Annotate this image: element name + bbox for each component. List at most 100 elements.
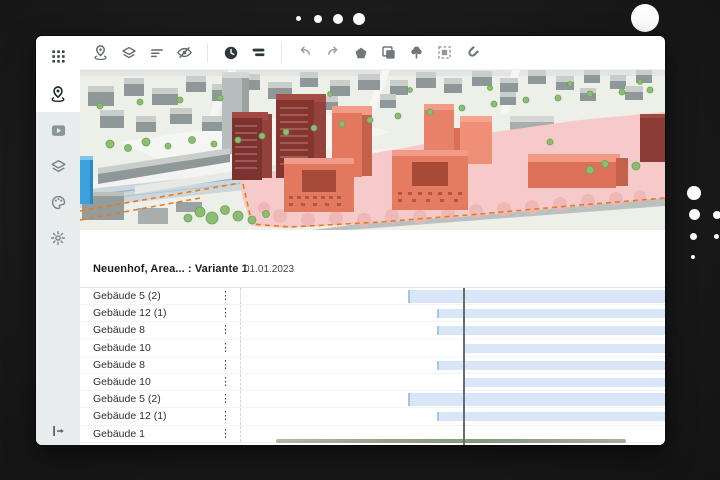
decor-dot <box>713 211 720 219</box>
decor-dot <box>691 255 695 259</box>
timeline-date: 01.01.2023 <box>244 264 294 275</box>
gantt-bar[interactable] <box>437 361 665 370</box>
kebab-menu-icon[interactable]: ⋮ <box>220 359 231 372</box>
phases-button[interactable] <box>250 44 267 61</box>
kebab-menu-icon[interactable]: ⋮ <box>220 290 231 303</box>
table-row[interactable]: Gebäude 8 ⋮ <box>80 322 665 339</box>
table-row[interactable]: Gebäude 12 (1) ⋮ <box>80 305 665 322</box>
kebab-menu-icon[interactable]: ⋮ <box>220 428 231 441</box>
toolbar-divider <box>207 43 208 63</box>
row-label: Gebäude 5 (2) <box>80 393 161 405</box>
sidebar-item-location[interactable] <box>36 76 80 112</box>
redo-button[interactable] <box>324 44 341 61</box>
gantt-bar[interactable] <box>437 412 665 421</box>
gantt-cell <box>240 322 665 338</box>
gantt-cell <box>240 391 665 407</box>
toolbar-divider <box>281 43 282 63</box>
gantt-cell <box>240 288 665 304</box>
gantt-bar[interactable] <box>408 290 665 303</box>
table-row[interactable]: Gebäude 5 (2) ⋮ <box>80 391 665 408</box>
gantt-cell <box>240 305 665 321</box>
decor-dot <box>690 233 697 240</box>
decor-dot <box>714 234 719 239</box>
decor-dot <box>687 186 701 200</box>
gantt-cell <box>240 340 665 356</box>
tree-button[interactable] <box>408 44 425 61</box>
gantt-bar[interactable] <box>463 378 665 387</box>
sidebar-collapse-button[interactable] <box>36 423 80 439</box>
sort-button[interactable] <box>148 44 165 61</box>
kebab-menu-icon[interactable]: ⋮ <box>220 410 231 423</box>
table-row[interactable]: Gebäude 8 ⋮ <box>80 357 665 374</box>
sidebar-item-settings[interactable] <box>36 220 80 256</box>
row-label-cell: Gebäude 10 ⋮ <box>80 340 240 356</box>
snap-button[interactable] <box>464 44 481 61</box>
row-label-cell: Gebäude 5 (2) ⋮ <box>80 288 240 304</box>
duplicate-button[interactable] <box>380 44 397 61</box>
clock-icon <box>223 45 239 61</box>
kebab-menu-icon[interactable]: ⋮ <box>220 324 231 337</box>
map-3d-viewport[interactable] <box>80 70 665 230</box>
undo-button[interactable] <box>296 44 313 61</box>
locate-button[interactable] <box>92 44 109 61</box>
row-label: Gebäude 5 (2) <box>80 290 161 302</box>
palette-icon <box>50 194 67 211</box>
expand-panel-icon <box>50 423 66 439</box>
toolbar <box>80 36 665 70</box>
map-edge-sliver <box>276 439 626 443</box>
table-row[interactable]: Gebäude 10 ⋮ <box>80 374 665 391</box>
table-row[interactable]: Gebäude 12 (1) ⋮ <box>80 408 665 425</box>
kebab-menu-icon[interactable]: ⋮ <box>220 376 231 389</box>
timeline-title: Neuenhof, Area... : Variante 1 <box>93 263 248 275</box>
row-label-cell: Gebäude 12 (1) ⋮ <box>80 408 240 424</box>
magnet-icon <box>464 44 481 61</box>
row-label: Gebäude 10 <box>80 376 151 388</box>
gear-icon <box>50 230 66 246</box>
parcel-button[interactable] <box>352 44 369 61</box>
gantt-bar[interactable] <box>437 309 665 318</box>
layers-button[interactable] <box>120 44 137 61</box>
duplicate-icon <box>380 44 397 61</box>
app-window: Neuenhof, Area... : Variante 1 01.01.202… <box>36 36 665 445</box>
location-pin-icon <box>92 44 109 61</box>
table-row[interactable]: Gebäude 10 ⋮ <box>80 340 665 357</box>
timeline-header: Neuenhof, Area... : Variante 1 01.01.202… <box>80 254 665 288</box>
select-area-button[interactable] <box>436 44 453 61</box>
map-selected-building <box>80 156 93 204</box>
gantt-bar[interactable] <box>408 393 665 406</box>
map-3d-view <box>80 70 665 230</box>
visibility-off-icon <box>176 44 193 61</box>
table-row[interactable]: Gebäude 5 (2) ⋮ <box>80 288 665 305</box>
time-button[interactable] <box>222 44 239 61</box>
decor-dot <box>314 15 322 23</box>
decor-dot <box>689 209 700 220</box>
undo-icon <box>297 45 313 61</box>
layers-icon <box>50 158 67 175</box>
decor-circle-large <box>631 4 659 32</box>
decor-dot <box>333 14 343 24</box>
gantt-bar[interactable] <box>437 326 665 335</box>
row-label: Gebäude 12 (1) <box>80 307 167 319</box>
sidebar-item-styles[interactable] <box>36 184 80 220</box>
row-label-cell: Gebäude 8 ⋮ <box>80 357 240 373</box>
decor-dot <box>353 13 365 25</box>
sidebar-item-layers[interactable] <box>36 148 80 184</box>
gantt-bar[interactable] <box>463 344 665 353</box>
layers-icon <box>121 45 137 61</box>
location-pin-icon <box>49 85 67 103</box>
timeline-rows: Gebäude 5 (2) ⋮ Gebäude 12 (1) ⋮ Gebäude… <box>80 288 665 445</box>
kebab-menu-icon[interactable]: ⋮ <box>220 393 231 406</box>
gantt-cell <box>240 374 665 390</box>
sidebar-item-media[interactable] <box>36 112 80 148</box>
hide-button[interactable] <box>176 44 193 61</box>
phases-icon <box>250 44 267 61</box>
app-launcher-button[interactable] <box>36 36 80 76</box>
sort-lines-icon <box>149 45 165 61</box>
timeline-marker[interactable] <box>463 288 465 445</box>
row-label: Gebäude 8 <box>80 324 145 336</box>
select-area-icon <box>436 44 453 61</box>
row-label-cell: Gebäude 5 (2) ⋮ <box>80 391 240 407</box>
kebab-menu-icon[interactable]: ⋮ <box>220 307 231 320</box>
kebab-menu-icon[interactable]: ⋮ <box>220 342 231 355</box>
row-label: Gebäude 1 <box>80 428 145 440</box>
